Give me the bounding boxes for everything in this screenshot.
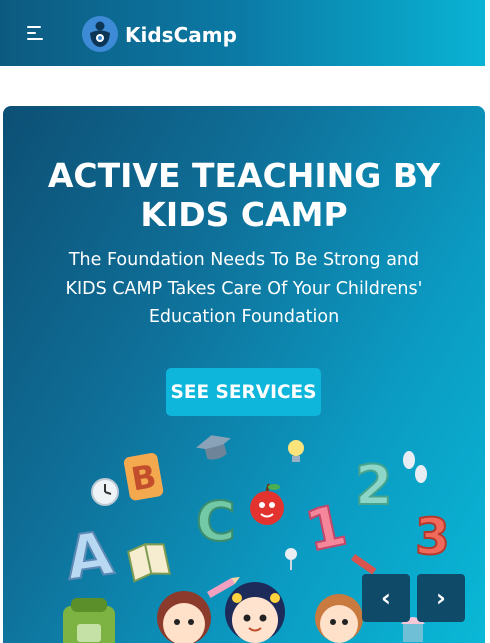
kids-illustration: B C 1 2 3 A [60, 435, 451, 643]
svg-text:1: 1 [300, 493, 352, 565]
alarm-clock-icon [91, 478, 119, 506]
carousel-next-button[interactable]: › [417, 574, 465, 622]
navbar: KidsCamp [0, 0, 485, 66]
light-bulb-icon [288, 440, 304, 462]
kids-logo-icon[interactable] [82, 16, 118, 52]
svg-text:3: 3 [415, 508, 450, 566]
kid-face-3 [315, 594, 363, 643]
carousel-prev-button[interactable]: ‹ [362, 574, 410, 622]
svg-text:C: C [196, 490, 236, 553]
crayon-icon [350, 554, 377, 575]
book-icon [127, 543, 171, 583]
graduation-cap-icon [196, 435, 231, 460]
hero-title-line1: ACTIVE TEACHING BY [47, 156, 441, 195]
hamburger-menu-icon[interactable] [27, 26, 45, 40]
scrollbar-gutter [485, 0, 490, 643]
kid-face-1 [157, 591, 211, 643]
hero-title: ACTIVE TEACHING BY KIDS CAMP [3, 156, 485, 234]
backpack-icon [63, 598, 115, 643]
brand-name[interactable]: KidsCamp [125, 23, 237, 47]
svg-text:2: 2 [355, 454, 393, 517]
scissors-icon [403, 451, 427, 483]
letter-c-icon: C [195, 489, 237, 554]
hero-carousel: ACTIVE TEACHING BY KIDS CAMP The Foundat… [3, 106, 485, 643]
page: KidsCamp ACTIVE TEACHING BY KIDS CAMP Th… [0, 0, 490, 643]
see-services-button[interactable]: SEE SERVICES [166, 368, 321, 416]
kid-face-2 [225, 582, 285, 643]
pin-icon [285, 548, 297, 570]
hero-title-line2: KIDS CAMP [140, 195, 348, 234]
hero-subtitle-line2: KIDS CAMP Takes Care Of Your Childrens' [65, 278, 423, 299]
number-1-icon: 1 [299, 492, 353, 566]
hero-subtitle-line1: The Foundation Needs To Be Strong and [68, 250, 420, 270]
hero-subtitle: The Foundation Needs To Be Strong and KI… [43, 246, 445, 332]
apple-icon [250, 483, 284, 525]
hero-subtitle-line3: Education Foundation [148, 307, 340, 327]
letter-a-icon: A [60, 517, 118, 595]
svg-text:A: A [61, 518, 117, 594]
number-2-icon: 2 [354, 453, 394, 518]
letter-b-icon: B [123, 453, 164, 501]
number-3-icon: 3 [414, 507, 451, 567]
